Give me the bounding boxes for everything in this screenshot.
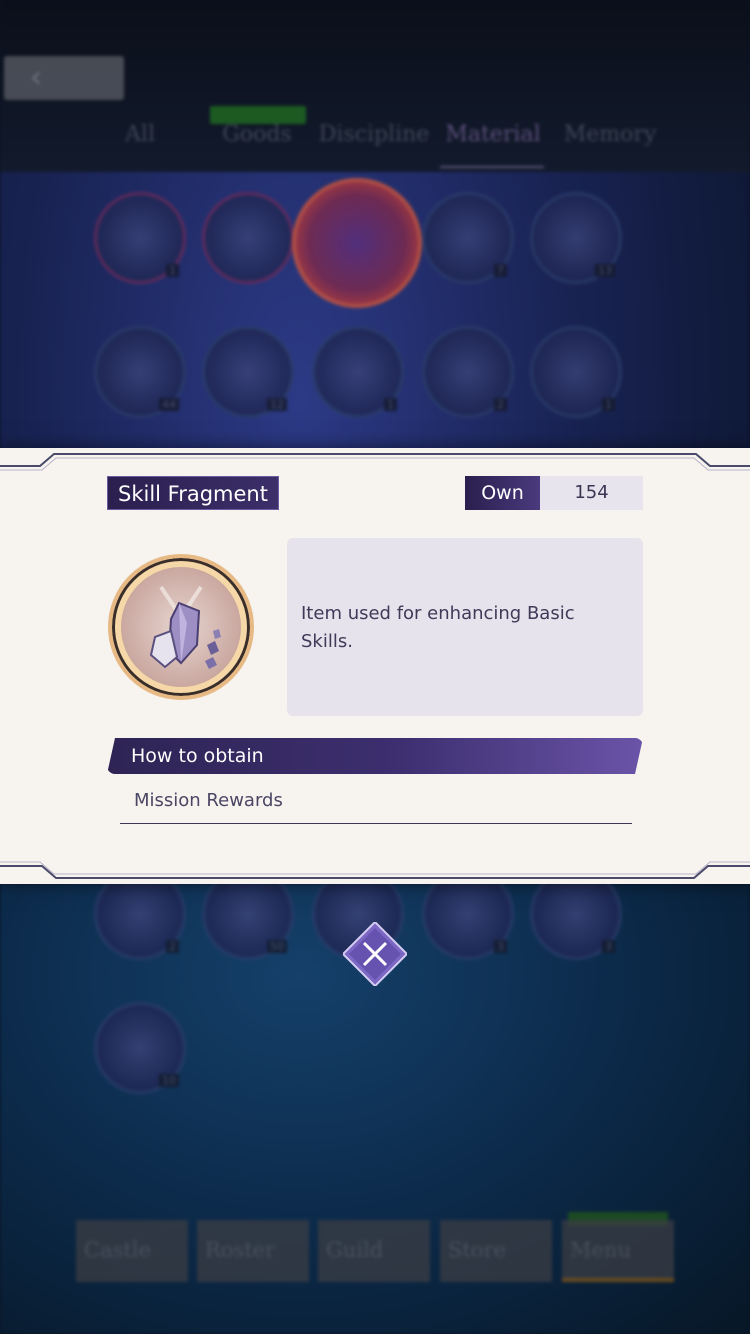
nav-guild[interactable]: Guild [318,1220,430,1282]
close-button[interactable] [343,922,407,986]
how-to-obtain-label: How to obtain [131,745,264,767]
tab-memory[interactable]: Memory [550,122,670,147]
nav-roster[interactable]: Roster [197,1220,309,1282]
inventory-item[interactable]: 2 [422,326,514,418]
nav-menu[interactable]: Menu [562,1220,674,1282]
skill-fragment-icon [108,554,254,700]
item-detail-popup: Skill Fragment Own 154 Item used for enh… [0,448,750,884]
tab-goods[interactable]: Goods [197,122,317,147]
inventory-item[interactable] [202,192,294,284]
top-bar: ‹ All Goods Discipline Material Memory [0,0,750,172]
inventory-item[interactable]: 10 [94,1002,186,1094]
tab-all[interactable]: All [80,122,200,147]
panel-bottom-border [0,861,750,879]
inventory-tabs: All Goods Discipline Material Memory [0,122,750,168]
inventory-item-selected[interactable] [292,178,422,308]
inventory-item[interactable]: 1 [312,326,404,418]
own-count: Own 154 [465,476,643,510]
item-description: Item used for enhancing Basic Skills. [301,603,575,652]
tab-material[interactable]: Material [433,122,553,147]
nav-store[interactable]: Store [440,1220,552,1282]
item-name: Skill Fragment [107,476,279,510]
inventory-item[interactable]: 7 [422,192,514,284]
inventory-item[interactable]: 1 [94,192,186,284]
description-box: Item used for enhancing Basic Skills. [287,538,643,716]
obtain-source-row[interactable]: Mission Rewards [120,780,632,824]
own-value: 154 [540,476,643,510]
inventory-item[interactable]: 13 [530,192,622,284]
active-tab-indicator [440,166,544,168]
how-to-obtain-header: How to obtain [107,738,643,774]
inventory-item[interactable]: 1 [530,326,622,418]
panel-top-border [0,453,750,471]
inventory-item[interactable]: 12 [202,326,294,418]
tab-discipline[interactable]: Discipline [316,122,432,147]
obtain-source-label: Mission Rewards [134,790,283,811]
own-label: Own [465,476,540,510]
chevron-left-icon: ‹ [30,60,42,95]
back-button[interactable]: ‹ [4,56,124,100]
inventory-item[interactable]: 44 [94,326,186,418]
nav-castle[interactable]: Castle [76,1220,188,1282]
